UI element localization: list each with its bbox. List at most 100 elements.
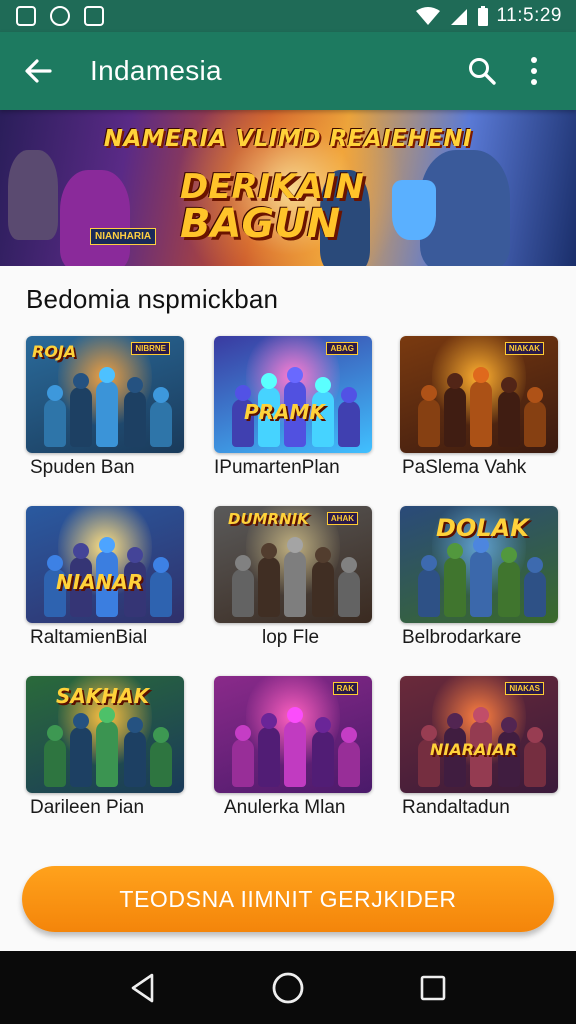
more-options-button[interactable] <box>508 45 560 97</box>
back-arrow-icon <box>25 59 52 83</box>
character-figure <box>338 401 360 447</box>
wifi-icon <box>415 7 440 25</box>
game-logo: ROJA <box>32 342 77 361</box>
hero-logo: DERIKAIN BAGUN <box>180 167 365 247</box>
cta-button[interactable]: TEODSNA IIMNIT GERJKIDER <box>22 866 554 932</box>
character-figure <box>312 561 334 617</box>
game-logo: DOLAK <box>436 514 529 542</box>
hero-tag: NIANHARIA <box>90 228 157 245</box>
character-figure <box>418 399 440 447</box>
character-figure <box>498 391 520 447</box>
game-logo: DUMRNIK <box>228 510 309 528</box>
game-card[interactable]: DOLAK Belbrodarkare <box>400 506 558 666</box>
back-triangle-icon <box>131 973 153 1002</box>
game-title: Spuden Ban <box>30 457 135 478</box>
screen: 11:5:29 Indamesia NAMERIA VLIMD REAIEHEN… <box>0 0 576 1024</box>
game-card[interactable]: RAK Anulerka Mlan <box>214 676 372 836</box>
game-title: Randaltadun <box>402 797 510 818</box>
character-figure <box>44 399 66 447</box>
character-figure <box>524 571 546 617</box>
shield-notification-icon <box>84 6 104 26</box>
game-thumbnail: DUMRNIK AHAK <box>214 506 372 623</box>
nav-home-button[interactable] <box>258 958 318 1018</box>
game-card[interactable]: NIANAR RaltamienBial <box>26 506 184 666</box>
hero-title: NAMERIA VLIMD REAIEHENI <box>103 126 473 152</box>
search-icon <box>469 58 496 85</box>
character-figure <box>150 401 172 447</box>
nav-back-button[interactable] <box>113 958 173 1018</box>
game-card[interactable]: DUMRNIK AHAK lop Fle <box>214 506 372 666</box>
hero-character <box>60 170 130 266</box>
character-figure <box>338 741 360 787</box>
character-figure <box>70 727 92 787</box>
character-figure <box>150 571 172 617</box>
character-figure <box>444 557 466 617</box>
character-figure <box>284 721 306 787</box>
hero-character <box>8 150 58 240</box>
character-figure <box>418 569 440 617</box>
game-card[interactable]: PRAMK ABAG IPumartenPlan <box>214 336 372 496</box>
nav-recents-button[interactable] <box>403 958 463 1018</box>
game-thumbnail: PRAMK ABAG <box>214 336 372 453</box>
character-figure <box>232 569 254 617</box>
game-logo: NIANAR <box>56 570 144 594</box>
app-notification-icon <box>50 6 70 26</box>
character-figure <box>96 721 118 787</box>
game-logo: PRAMK <box>244 400 325 424</box>
character-figure <box>232 739 254 787</box>
character-figure <box>470 551 492 617</box>
character-figure <box>124 731 146 787</box>
character-figure <box>312 731 334 787</box>
character-figure <box>150 741 172 787</box>
game-badge: RAK <box>332 682 358 695</box>
app-bar: Indamesia <box>0 32 576 110</box>
character-figure <box>124 391 146 447</box>
game-badge: AHAK <box>326 512 358 525</box>
app-title: Indamesia <box>90 55 222 86</box>
game-badge: NIBRNE <box>131 342 170 355</box>
more-vert-icon <box>531 57 537 85</box>
game-thumbnail: ROJA NIBRNE <box>26 336 184 453</box>
hero-banner[interactable]: NAMERIA VLIMD REAIEHENI DERIKAIN BAGUN N… <box>0 110 576 266</box>
signal-icon <box>450 9 467 25</box>
game-title: Anulerka Mlan <box>224 797 346 818</box>
character-figure <box>284 551 306 617</box>
clock: 11:5:29 <box>496 5 562 26</box>
character-figure <box>258 557 280 617</box>
home-circle-icon <box>272 972 304 1003</box>
hero-shield <box>392 180 436 240</box>
game-thumbnail: NIAKAK <box>400 336 558 453</box>
game-thumbnail: DOLAK <box>400 506 558 623</box>
character-figure <box>524 741 546 787</box>
back-button[interactable] <box>10 43 66 99</box>
game-logo: SAKHAK <box>56 684 150 708</box>
character-figure <box>524 401 546 447</box>
game-thumbnail: NIARAIAR NIAKAS <box>400 676 558 793</box>
game-card[interactable]: SAKHAK Darileen Pian <box>26 676 184 836</box>
game-card[interactable]: ROJA NIBRNE Spuden Ban <box>26 336 184 496</box>
game-title: IPumartenPlan <box>214 457 340 478</box>
character-figure <box>444 387 466 447</box>
search-button[interactable] <box>456 45 508 97</box>
battery-icon <box>477 6 488 26</box>
game-title: Belbrodarkare <box>402 627 522 648</box>
game-card[interactable]: NIARAIAR NIAKAS Randaltadun <box>400 676 558 836</box>
system-icons: 11:5:29 <box>415 5 562 27</box>
section-title: Bedomia nspmickban <box>26 284 279 314</box>
character-figure <box>96 381 118 447</box>
character-figure <box>470 381 492 447</box>
game-badge: NIAKAK <box>504 342 544 355</box>
game-title: RaltamienBial <box>30 627 148 648</box>
character-figure <box>498 561 520 617</box>
game-badge: ABAG <box>326 342 358 355</box>
hero-logo-line1: DERIKAIN <box>180 167 365 207</box>
game-thumbnail: RAK <box>214 676 372 793</box>
game-title: Darileen Pian <box>30 797 145 818</box>
notification-icons <box>16 6 104 26</box>
game-thumbnail: NIANAR <box>26 506 184 623</box>
gallery-notification-icon <box>16 6 36 26</box>
status-bar: 11:5:29 <box>0 0 576 32</box>
game-card[interactable]: NIAKAK PaSlema Vahk <box>400 336 558 496</box>
character-figure <box>44 739 66 787</box>
hero-logo-line2: BAGUN <box>180 201 341 247</box>
